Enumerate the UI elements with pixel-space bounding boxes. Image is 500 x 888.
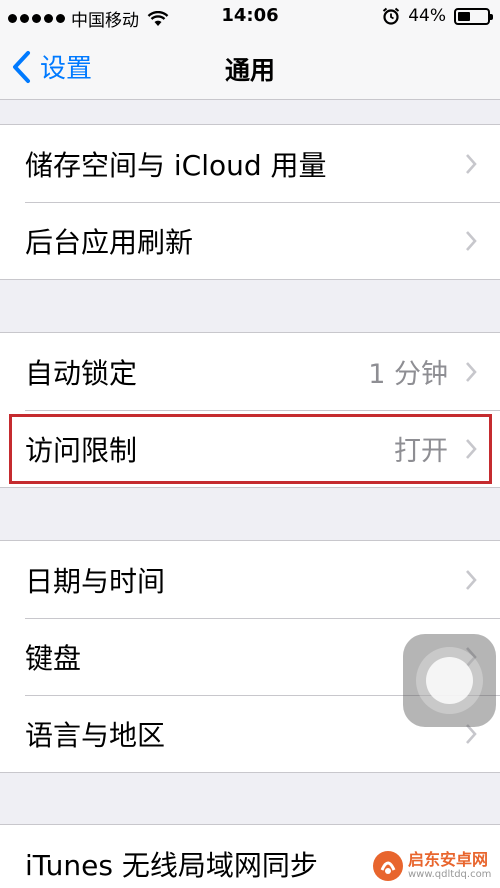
page-title: 通用 [224, 56, 275, 85]
watermark-url: www.qdltdq.com [408, 869, 492, 880]
highlight-box [9, 414, 492, 484]
status-right: 44% [382, 6, 493, 26]
chevron-right-icon [466, 230, 477, 251]
row-label: 键盘 [25, 641, 82, 675]
navigation-bar: 设置 通用 [0, 34, 500, 100]
watermark-text: 启东安卓网 www.qdltdq.com [408, 852, 491, 880]
alarm-icon [383, 7, 400, 25]
battery-fill [458, 11, 471, 21]
chevron-right-icon [466, 153, 477, 174]
settings-group-storage: 储存空间与 iCloud 用量 后台应用刷新 [0, 124, 500, 280]
row-date-time[interactable]: 日期与时间 [0, 541, 500, 618]
assistive-touch-icon [426, 657, 473, 704]
watermark-name: 启东安卓网 [408, 850, 489, 869]
chevron-right-icon [466, 361, 477, 382]
row-label: 语言与地区 [25, 718, 166, 752]
battery-percent: 44% [408, 6, 446, 26]
watermark-logo-icon [373, 851, 403, 881]
row-label: 储存空间与 iCloud 用量 [25, 148, 327, 182]
row-background-refresh[interactable]: 后台应用刷新 [0, 202, 500, 279]
row-value: 1 分钟 [368, 359, 448, 390]
row-storage-icloud[interactable]: 储存空间与 iCloud 用量 [0, 125, 500, 202]
chevron-right-icon [466, 569, 477, 590]
status-bar: 中国移动 14:06 44% [0, 0, 500, 34]
row-label: 后台应用刷新 [25, 225, 194, 259]
row-auto-lock[interactable]: 自动锁定 1 分钟 [0, 333, 500, 410]
row-label: 自动锁定 [25, 356, 138, 390]
row-label: 日期与时间 [25, 564, 166, 598]
battery-icon [454, 7, 493, 25]
assistive-touch-button[interactable] [403, 634, 496, 727]
watermark: 启东安卓网 www.qdltdq.com [372, 850, 491, 882]
